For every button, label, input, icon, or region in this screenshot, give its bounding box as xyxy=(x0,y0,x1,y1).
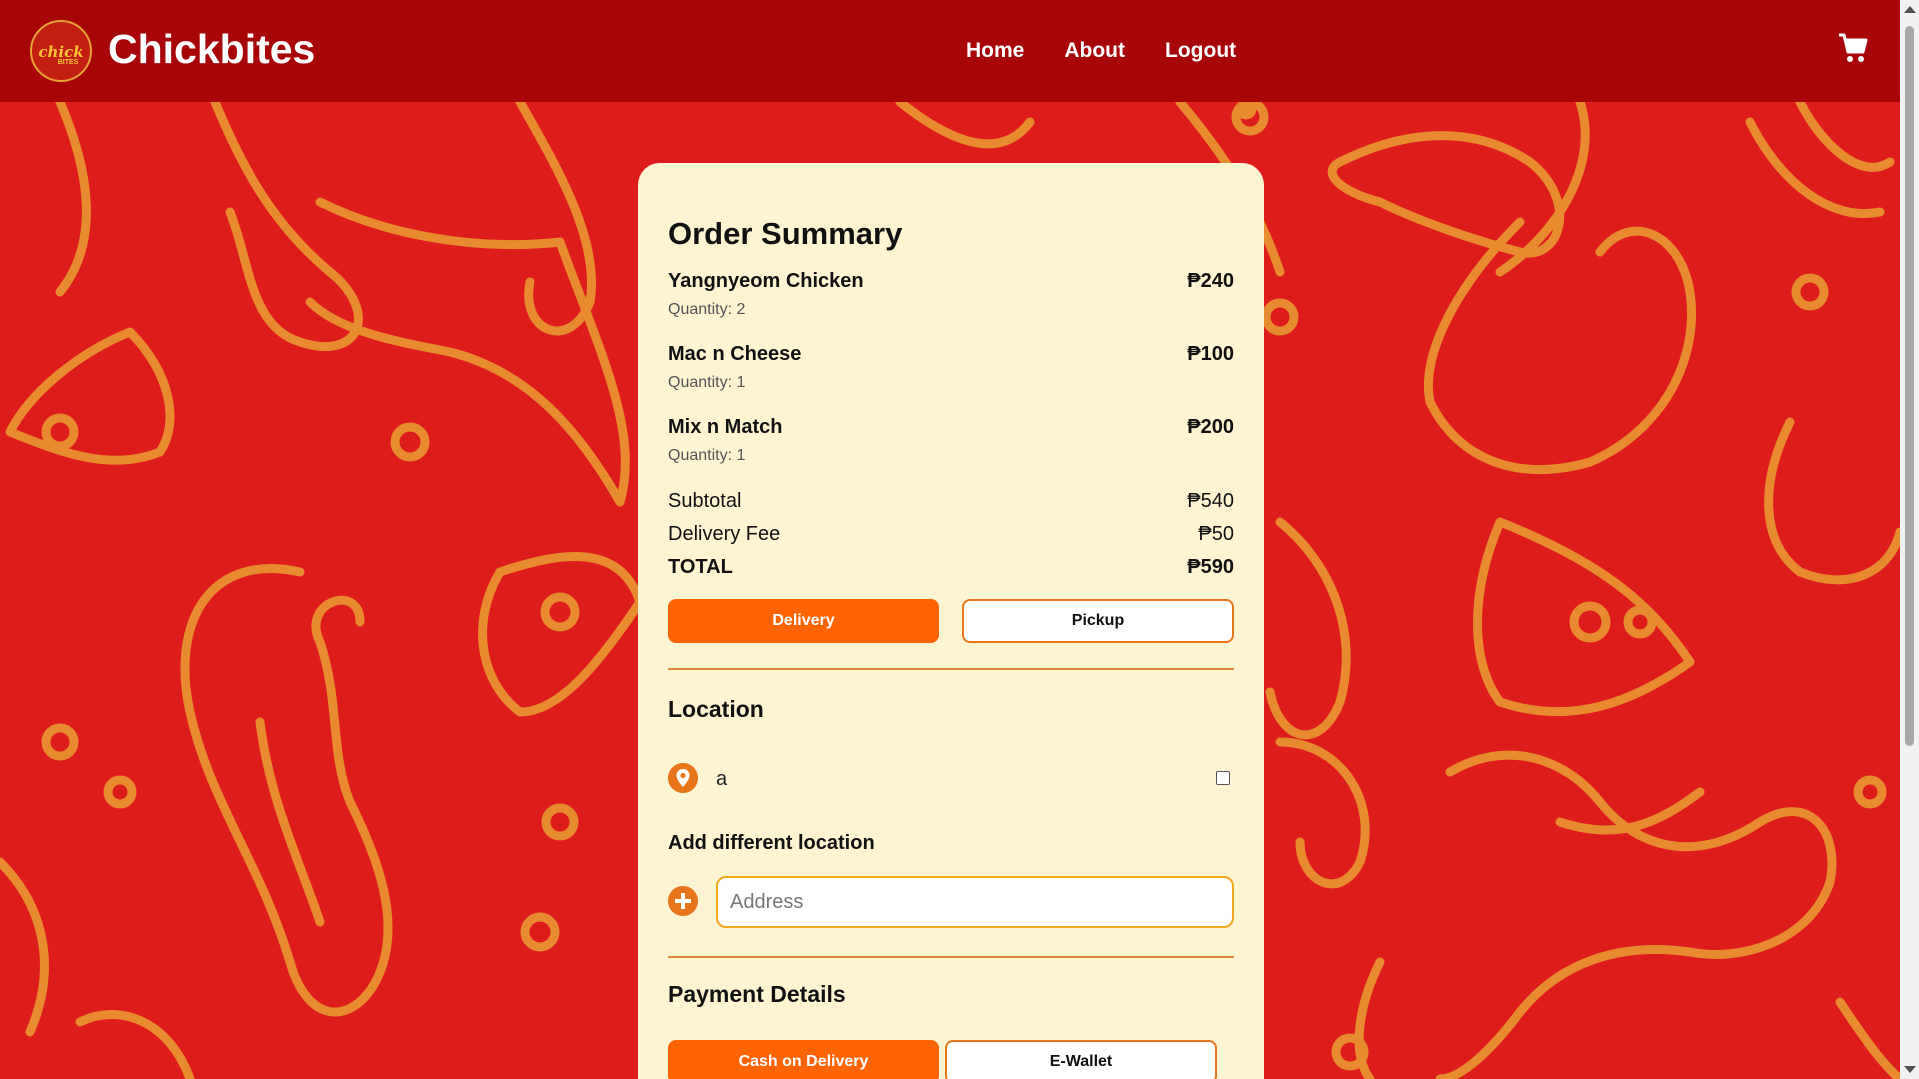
saved-location-checkbox[interactable] xyxy=(1216,771,1230,785)
total-label: TOTAL xyxy=(668,556,733,578)
add-location-title: Add different location xyxy=(668,832,875,854)
payment-details-title: Payment Details xyxy=(668,981,846,1007)
total-value: ₱590 xyxy=(1187,556,1234,578)
subtotal-row: Subtotal ₱540 xyxy=(668,490,1234,513)
order-item: Mac n Cheese ₱100 Quantity: 1 xyxy=(668,343,1234,392)
order-summary-title: Order Summary xyxy=(668,216,903,251)
item-quantity: Quantity: 1 xyxy=(668,447,746,464)
nav-home-link[interactable]: Home xyxy=(966,39,1024,63)
item-price: ₱240 xyxy=(1187,270,1234,292)
delivery-button[interactable]: Delivery xyxy=(668,599,939,643)
logo-subtext: BITES xyxy=(57,59,79,66)
subtotal-value: ₱540 xyxy=(1187,490,1234,512)
order-item: Mix n Match ₱200 Quantity: 1 xyxy=(668,416,1234,465)
scrollbar-thumb[interactable] xyxy=(1905,26,1914,746)
scroll-up-arrow-icon[interactable] xyxy=(1904,6,1916,13)
e-wallet-button[interactable]: E-Wallet xyxy=(945,1040,1217,1079)
total-row: TOTAL ₱590 xyxy=(668,556,1234,579)
item-name: Mac n Cheese xyxy=(668,343,802,365)
top-navbar: chick BITES Chickbites Home About Logout xyxy=(0,0,1900,102)
section-divider xyxy=(668,668,1234,670)
item-price: ₱200 xyxy=(1187,416,1234,438)
nav-about-link[interactable]: About xyxy=(1064,39,1125,63)
item-name: Mix n Match xyxy=(668,416,783,438)
delivery-fee-label: Delivery Fee xyxy=(668,523,781,545)
brand-name[interactable]: Chickbites xyxy=(108,26,315,73)
scroll-down-arrow-icon[interactable] xyxy=(1904,1066,1916,1073)
logo-text: chick xyxy=(38,43,84,61)
item-price: ₱100 xyxy=(1187,343,1234,365)
subtotal-label: Subtotal xyxy=(668,490,742,512)
saved-location-row[interactable]: a xyxy=(668,763,1234,795)
main-nav: Home About Logout xyxy=(966,39,1236,63)
order-summary-card: Order Summary Yangnyeom Chicken ₱240 Qua… xyxy=(638,163,1264,1079)
cash-on-delivery-button[interactable]: Cash on Delivery xyxy=(668,1040,939,1079)
saved-location-text: a xyxy=(716,768,728,790)
location-pin-icon xyxy=(668,763,698,793)
brand-logo[interactable]: chick BITES xyxy=(30,20,92,82)
item-quantity: Quantity: 2 xyxy=(668,301,746,318)
address-input[interactable] xyxy=(716,876,1234,928)
order-item: Yangnyeom Chicken ₱240 Quantity: 2 xyxy=(668,270,1234,319)
section-divider xyxy=(668,956,1234,958)
delivery-fee-value: ₱50 xyxy=(1198,523,1234,545)
page-scrollbar[interactable] xyxy=(1900,0,1919,1079)
item-name: Yangnyeom Chicken xyxy=(668,270,864,292)
pickup-button[interactable]: Pickup xyxy=(962,599,1234,643)
shopping-cart-icon[interactable] xyxy=(1838,32,1868,64)
delivery-fee-row: Delivery Fee ₱50 xyxy=(668,523,1234,546)
item-quantity: Quantity: 1 xyxy=(668,374,746,391)
location-title: Location xyxy=(668,696,764,722)
nav-logout-link[interactable]: Logout xyxy=(1165,39,1236,63)
plus-circle-icon[interactable] xyxy=(668,886,698,916)
